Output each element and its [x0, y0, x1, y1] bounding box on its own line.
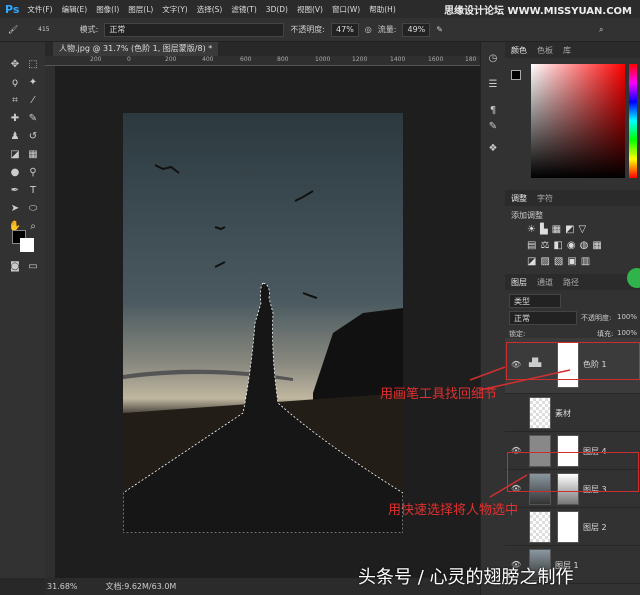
arrow [489, 474, 528, 498]
caption: 头条号 / 心灵的翅膀之制作 [358, 567, 574, 588]
arrow [469, 366, 506, 381]
annotation-quick-select: 用快速选择将人物选中 [388, 503, 519, 518]
annotation-brush: 用画笔工具找回细节 [380, 387, 498, 402]
annotation-arrows [469, 366, 571, 498]
